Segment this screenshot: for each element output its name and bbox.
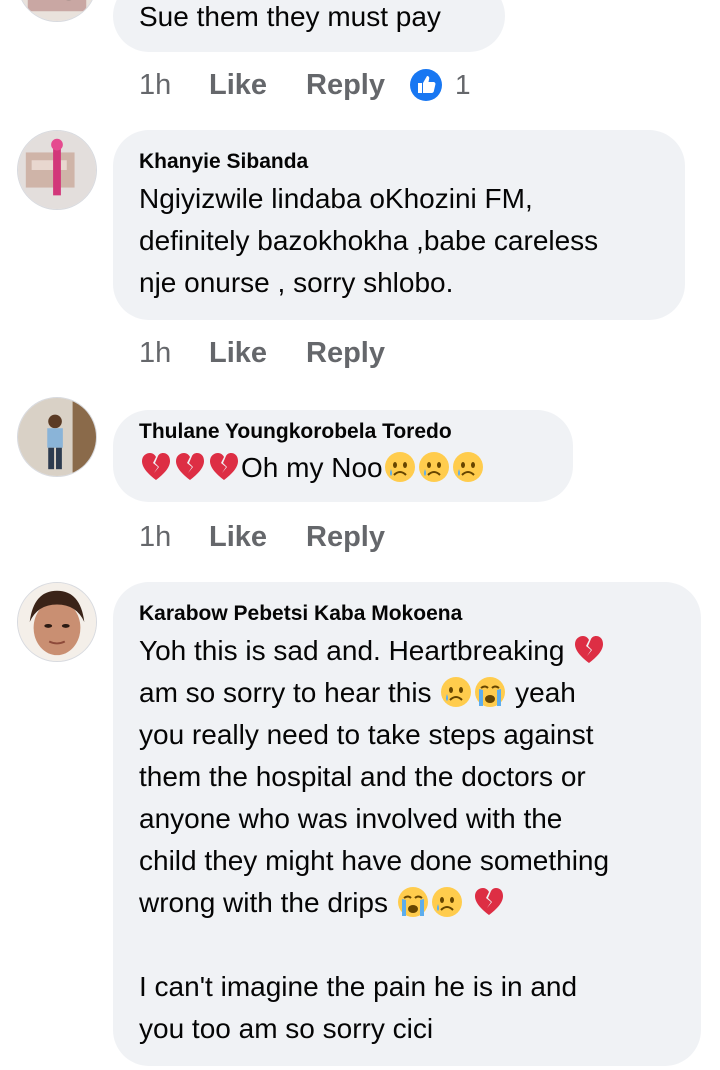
reaction-count-value: 1 (455, 69, 471, 100)
reply-button[interactable]: Reply (306, 337, 409, 370)
broken-heart-emoji (140, 451, 172, 483)
avatar[interactable] (17, 397, 97, 477)
comment-author[interactable]: Karabow Pebetsi Kaba Mokoena (139, 602, 462, 626)
reply-button[interactable]: Reply (306, 69, 409, 102)
comment-text: Yoh this is sad and. Heartbreaking am so… (139, 634, 610, 1044)
broken-heart-emoji (473, 886, 505, 918)
comment-text: Sue them they must pay (139, 1, 441, 32)
comment-time[interactable]: 1h (139, 69, 209, 102)
broken-heart-emoji (208, 451, 240, 483)
comment-bubble: Thulane Youngkorobela Toredo Oh my Noo (113, 410, 573, 502)
comment-time[interactable]: 1h (139, 521, 209, 554)
reaction-count[interactable]: 1 (409, 68, 471, 102)
comment-text: Oh my Noo (139, 447, 555, 489)
reply-button[interactable]: Reply (306, 521, 409, 554)
comment-actions: 1h Like Reply (139, 517, 409, 557)
sad-tear-emoji (431, 886, 463, 918)
comment-bubble: Sue them they must pay (113, 0, 505, 52)
comment-text: Ngiyizwile lindaba oKhozini FM, definite… (139, 183, 599, 298)
sad-tear-emoji (418, 451, 450, 483)
sad-tear-emoji (384, 451, 416, 483)
like-button[interactable]: Like (209, 337, 306, 370)
comment-thread: Sue them they must pay 1h Like Reply 1 K… (0, 0, 720, 1070)
avatar[interactable] (17, 130, 97, 210)
comment-bubble: Khanyie Sibanda Ngiyizwile lindaba oKhoz… (113, 130, 685, 320)
like-button[interactable]: Like (209, 69, 306, 102)
comment-bubble: Karabow Pebetsi Kaba Mokoena Yoh this is… (113, 582, 701, 1066)
comment-actions: 1h Like Reply (139, 333, 409, 373)
thumbs-up-icon (410, 69, 442, 101)
like-button[interactable]: Like (209, 521, 306, 554)
comment-author[interactable]: Khanyie Sibanda (139, 150, 308, 174)
loudly-crying-emoji (474, 676, 506, 708)
loudly-crying-emoji (397, 886, 429, 918)
comment-time[interactable]: 1h (139, 337, 209, 370)
comment-actions: 1h Like Reply 1 (139, 65, 471, 105)
broken-heart-emoji (174, 451, 206, 483)
avatar[interactable] (17, 582, 97, 662)
sad-tear-emoji (452, 451, 484, 483)
comment-author[interactable]: Thulane Youngkorobela Toredo (139, 420, 452, 444)
avatar[interactable] (17, 0, 97, 22)
sad-tear-emoji (440, 676, 472, 708)
broken-heart-emoji (573, 634, 605, 666)
